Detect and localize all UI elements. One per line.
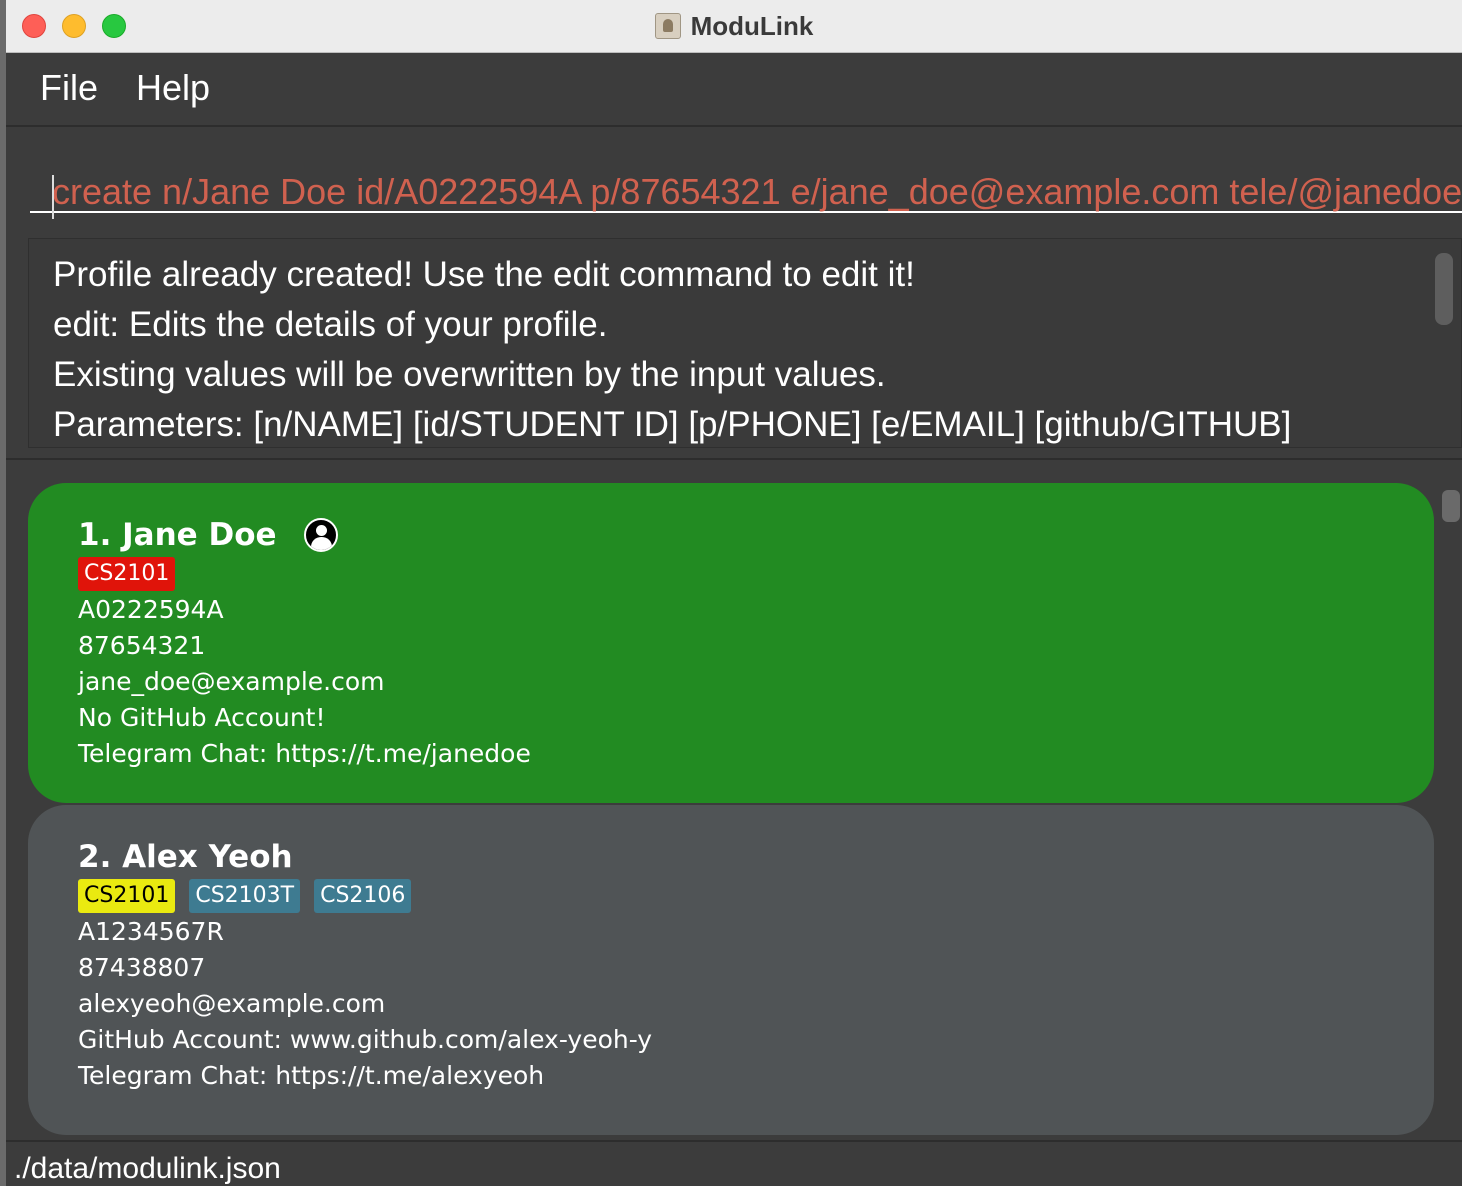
email: jane_doe@example.com <box>78 667 385 696</box>
module-tag: CS2106 <box>314 879 412 913</box>
person-card-profile[interactable]: 1. Jane Doe CS2101 A0222594A 87654321 ja… <box>28 483 1434 803</box>
github: GitHub Account: www.github.com/alex-yeoh… <box>78 1025 653 1054</box>
person-name: 1. Jane Doe <box>78 517 277 553</box>
module-tag: CS2103T <box>189 879 301 913</box>
command-input[interactable]: create n/Jane Doe id/A0222594A p/8765432… <box>30 149 1462 219</box>
telegram: Telegram Chat: https://t.me/alexyeoh <box>78 1061 545 1090</box>
menu-file[interactable]: File <box>40 67 98 109</box>
student-id: A0222594A <box>78 595 224 624</box>
tag-list: CS2101 <box>78 557 176 591</box>
module-tag: CS2101 <box>78 557 176 591</box>
telegram: Telegram Chat: https://t.me/janedoe <box>78 739 531 768</box>
text-caret <box>52 175 54 219</box>
phone: 87438807 <box>78 953 206 982</box>
person-list[interactable]: 1. Jane Doe CS2101 A0222594A 87654321 ja… <box>6 460 1462 1140</box>
module-tag: CS2101 <box>78 879 176 913</box>
result-line: Parameters: [n/NAME] [id/STUDENT ID] [p/… <box>53 405 1292 444</box>
title-wrap: ModuLink <box>6 0 1462 52</box>
result-scrollbar-thumb[interactable] <box>1435 253 1453 325</box>
result-line: edit: Edits the details of your profile. <box>53 305 608 344</box>
title-bar: ModuLink <box>6 0 1462 53</box>
list-scrollbar-thumb[interactable] <box>1442 490 1460 522</box>
person-card[interactable]: 2. Alex Yeoh CS2101 CS2103T CS2106 A1234… <box>28 805 1434 1135</box>
student-id: A1234567R <box>78 917 224 946</box>
email: alexyeoh@example.com <box>78 989 386 1018</box>
window-title: ModuLink <box>690 10 814 41</box>
result-line: Profile already created! Use the edit co… <box>53 255 915 294</box>
result-display[interactable]: Profile already created! Use the edit co… <box>28 238 1462 448</box>
user-profile-icon <box>304 518 338 552</box>
phone: 87654321 <box>78 631 206 660</box>
result-line: Existing values will be overwritten by t… <box>53 355 886 394</box>
command-text: create n/Jane Doe id/A0222594A p/8765432… <box>52 171 1462 212</box>
menu-bar: File Help <box>6 53 1462 127</box>
person-name: 2. Alex Yeoh <box>78 839 293 875</box>
app-icon <box>654 13 681 39</box>
tag-list: CS2101 CS2103T CS2106 <box>78 879 412 913</box>
status-bar: ./data/modulink.json <box>6 1140 1462 1186</box>
app-window: ModuLink File Help create n/Jane Doe id/… <box>6 0 1462 1186</box>
menu-help[interactable]: Help <box>136 67 210 109</box>
github: No GitHub Account! <box>78 703 326 732</box>
data-file-path: ./data/modulink.json <box>14 1152 281 1185</box>
command-box: create n/Jane Doe id/A0222594A p/8765432… <box>6 127 1462 227</box>
